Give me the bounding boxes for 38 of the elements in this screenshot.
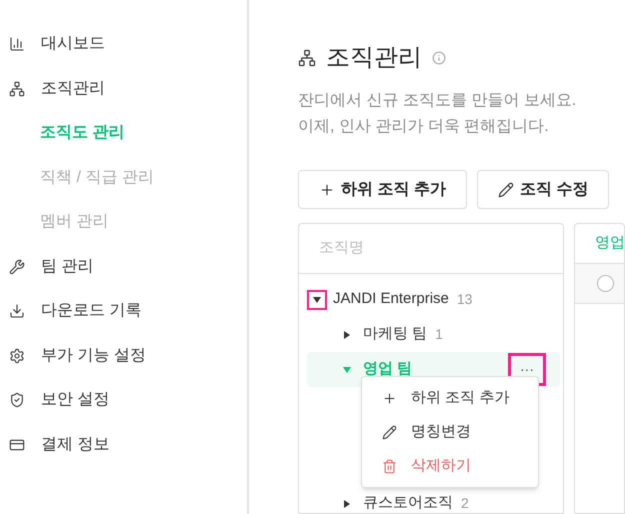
- caret-icon: [313, 296, 321, 304]
- toolbar-button[interactable]: 하위 조직 추가: [298, 170, 467, 209]
- trash-icon: [382, 458, 397, 474]
- sidebar-item[interactable]: 부가 기능 설정: [0, 334, 247, 378]
- page-title: 조직관리: [326, 43, 422, 73]
- pencil-icon: [498, 182, 514, 198]
- sidebar-item[interactable]: 조직관리: [0, 66, 247, 111]
- description-text: 잔디에서 신규 조직도를 만들어 보세요.: [298, 91, 578, 111]
- description-text: 이제, 인사 관리가 더욱 편해집니다.: [298, 117, 550, 137]
- sidebar-item[interactable]: 다운로드 기록: [0, 289, 247, 334]
- toggle-button[interactable]: [307, 290, 327, 310]
- caret-icon: [343, 330, 351, 338]
- download-icon: [9, 303, 25, 320]
- member-count: 2: [461, 494, 469, 513]
- column-header: 조직명: [299, 224, 563, 274]
- shield-icon: [9, 392, 25, 408]
- tree-node-label[interactable]: 마케팅 팀: [363, 323, 428, 346]
- sidebar-item[interactable]: 팀 관리: [0, 244, 247, 289]
- org-chart-icon: [9, 80, 25, 97]
- menu-item[interactable]: 명칭변경: [362, 415, 538, 449]
- tree-node-label[interactable]: JANDI Enterprise: [333, 288, 449, 311]
- toolbar-button[interactable]: 조직 수정: [476, 170, 610, 209]
- member-count: 13: [456, 290, 472, 309]
- sidebar-item[interactable]: 대시보드: [0, 22, 247, 66]
- bar-chart-icon: [9, 36, 25, 52]
- tree-node-label[interactable]: 큐스토어조직: [363, 492, 453, 514]
- sidebar-item[interactable]: 보안 설정: [0, 378, 247, 422]
- pencil-icon: [382, 424, 397, 440]
- sidebar-item[interactable]: 결제 정보: [0, 422, 247, 467]
- radio-button[interactable]: [597, 275, 614, 292]
- plus-icon: [382, 390, 397, 406]
- caret-icon: [343, 500, 351, 508]
- wrench-icon: [9, 258, 25, 275]
- member-count: 1: [435, 325, 443, 344]
- settings-icon: [9, 348, 25, 364]
- org-chart-icon: [298, 49, 316, 67]
- detail-title: 영업: [595, 233, 624, 254]
- caret-icon: [343, 366, 351, 374]
